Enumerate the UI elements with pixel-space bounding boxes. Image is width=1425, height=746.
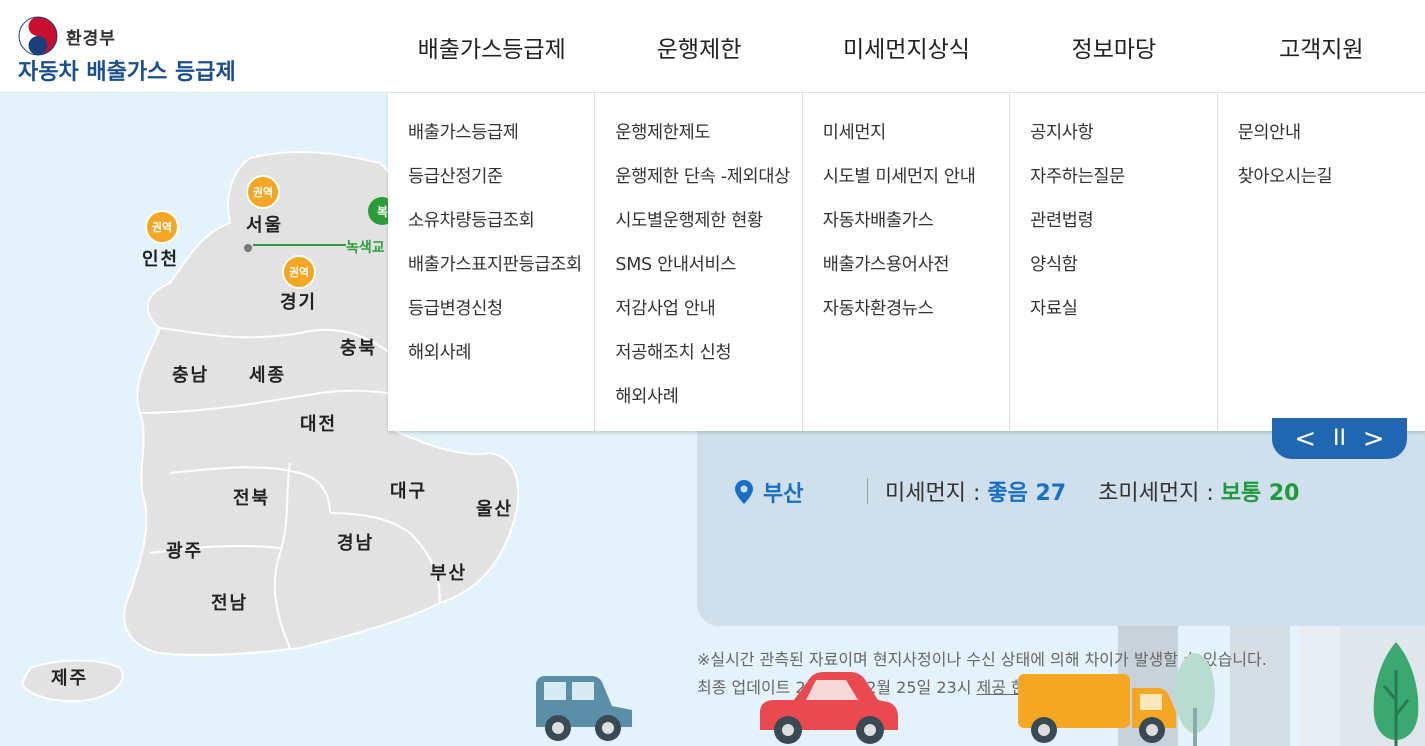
submenu-item[interactable]: 운행제한제도 bbox=[615, 120, 801, 164]
region-chungnam[interactable]: 충남 bbox=[172, 361, 209, 387]
gnb-menu-support[interactable]: 고객지원 bbox=[1218, 0, 1425, 93]
submenu-item[interactable]: 배출가스표지판등급조회 bbox=[408, 252, 594, 296]
gnb-menu-emission-grade[interactable]: 배출가스등급제 bbox=[388, 0, 595, 93]
zone-badge: 권역 bbox=[145, 210, 179, 244]
submenu-item[interactable]: 해외사례 bbox=[615, 384, 801, 428]
submenu-item[interactable]: 운행제한 단속 -제외대상 bbox=[615, 164, 801, 208]
pause-button[interactable]: II bbox=[1333, 427, 1346, 450]
submenu-item[interactable]: 공지사항 bbox=[1030, 120, 1216, 164]
submenu-item[interactable]: 저공해조치 신청 bbox=[615, 340, 801, 384]
region-gyeonggi[interactable]: 경기 bbox=[280, 288, 317, 314]
region-seoul[interactable]: 서울 bbox=[246, 211, 283, 237]
region-daejeon[interactable]: 대전 bbox=[300, 410, 337, 436]
submenu-item[interactable]: 관련법령 bbox=[1030, 208, 1216, 252]
region-incheon[interactable]: 인천 bbox=[142, 245, 179, 271]
submenu-item[interactable]: 자동차배출가스 bbox=[823, 208, 1009, 252]
submenu-item[interactable]: 해외사례 bbox=[408, 340, 594, 384]
city-name: 부산 bbox=[763, 482, 804, 507]
next-button[interactable]: > bbox=[1363, 426, 1385, 452]
zone-badge: 권역 bbox=[246, 175, 280, 209]
submenu-fine-dust: 미세먼지 시도별 미세먼지 안내 자동차배출가스 배출가스용어사전 자동차환경뉴… bbox=[803, 93, 1011, 431]
region-daegu[interactable]: 대구 bbox=[390, 477, 427, 503]
submenu-item[interactable]: 배출가스용어사전 bbox=[823, 252, 1009, 296]
submenu-item[interactable]: 문의안내 bbox=[1238, 120, 1425, 164]
submenu-item[interactable]: 등급변경신청 bbox=[408, 296, 594, 340]
pm25-label: 초미세먼지 : bbox=[1098, 481, 1221, 506]
submenu-item[interactable]: 저감사업 안내 bbox=[615, 296, 801, 340]
submenu-item[interactable]: 자동차환경뉴스 bbox=[823, 296, 1009, 340]
region-chungbuk[interactable]: 충북 bbox=[340, 334, 377, 360]
yellow-truck-illustration bbox=[1018, 674, 1176, 743]
submenu-item[interactable]: SMS 안내서비스 bbox=[615, 252, 801, 296]
gnb-menu-info[interactable]: 정보마당 bbox=[1010, 0, 1217, 93]
region-gwangju[interactable]: 광주 bbox=[166, 537, 203, 563]
region-busan[interactable]: 부산 bbox=[430, 559, 467, 585]
site-header: 환경부 자동차 배출가스 등급제 배출가스등급제 운행제한 미세먼지상식 정보마… bbox=[0, 0, 1425, 93]
red-car-illustration bbox=[760, 672, 898, 744]
location-pin-icon bbox=[735, 480, 753, 504]
tree-illustration bbox=[1175, 653, 1215, 746]
region-jeonnam[interactable]: 전남 bbox=[211, 589, 248, 615]
submenu-item[interactable]: 배출가스등급제 bbox=[408, 120, 594, 164]
main-navigation: 배출가스등급제 운행제한 미세먼지상식 정보마당 고객지원 bbox=[388, 0, 1425, 93]
region-sejong[interactable]: 세종 bbox=[249, 361, 286, 387]
dust-readings: 미세먼지 : 좋음 27 초미세먼지 : 보통 20 bbox=[885, 475, 1300, 507]
submenu-item[interactable]: 시도별 미세먼지 안내 bbox=[823, 164, 1009, 208]
government-emblem-icon bbox=[18, 16, 58, 56]
submenu-item[interactable]: 찾아오시는길 bbox=[1238, 164, 1425, 208]
submenu-item[interactable]: 양식함 bbox=[1030, 252, 1216, 296]
svg-text:복: 복 bbox=[377, 205, 388, 219]
green-traffic-line-label: 녹색교 bbox=[346, 240, 385, 256]
prev-button[interactable]: < bbox=[1294, 426, 1316, 452]
pm25-value: 보통 20 bbox=[1220, 481, 1300, 506]
submenu-info: 공지사항 자주하는질문 관련법령 양식함 자료실 bbox=[1010, 93, 1218, 431]
submenu-driving-restriction: 운행제한제도 운행제한 단속 -제외대상 시도별운행제한 현황 SMS 안내서비… bbox=[595, 93, 803, 431]
submenu-item[interactable]: 자주하는질문 bbox=[1030, 164, 1216, 208]
site-title: 자동차 배출가스 등급제 bbox=[18, 60, 236, 85]
slide-controls: < II > bbox=[1272, 418, 1407, 459]
divider bbox=[867, 478, 868, 504]
pm10-label: 미세먼지 : bbox=[885, 481, 988, 506]
selected-city: 부산 bbox=[735, 476, 803, 508]
submenu-item[interactable]: 미세먼지 bbox=[823, 120, 1009, 164]
submenu-emission-grade: 배출가스등급제 등급산정기준 소유차량등급조회 배출가스표지판등급조회 등급변경… bbox=[388, 93, 596, 431]
site-logo[interactable]: 환경부 자동차 배출가스 등급제 bbox=[16, 14, 256, 85]
submenu-item[interactable]: 자료실 bbox=[1030, 296, 1216, 340]
blue-car-illustration bbox=[536, 676, 632, 741]
ministry-name: 환경부 bbox=[66, 29, 116, 49]
submenu-item[interactable]: 소유차량등급조회 bbox=[408, 208, 594, 252]
mega-menu-dropdown: 배출가스등급제 등급산정기준 소유차량등급조회 배출가스표지판등급조회 등급변경… bbox=[388, 93, 1425, 431]
region-ulsan[interactable]: 울산 bbox=[476, 495, 513, 521]
region-jeonbuk[interactable]: 전북 bbox=[233, 484, 270, 510]
gnb-menu-driving-restriction[interactable]: 운행제한 bbox=[595, 0, 802, 93]
submenu-item[interactable]: 등급산정기준 bbox=[408, 164, 594, 208]
submenu-support: 문의안내 찾아오시는길 bbox=[1218, 93, 1425, 431]
zone-badge: 권역 bbox=[282, 255, 316, 289]
region-jeju[interactable]: 제주 bbox=[51, 664, 88, 690]
region-gyeongnam[interactable]: 경남 bbox=[337, 529, 374, 555]
gnb-menu-fine-dust[interactable]: 미세먼지상식 bbox=[803, 0, 1010, 93]
submenu-item[interactable]: 시도별운행제한 현황 bbox=[615, 208, 801, 252]
pm10-value: 좋음 27 bbox=[987, 481, 1067, 506]
tree-illustration bbox=[1373, 642, 1419, 746]
